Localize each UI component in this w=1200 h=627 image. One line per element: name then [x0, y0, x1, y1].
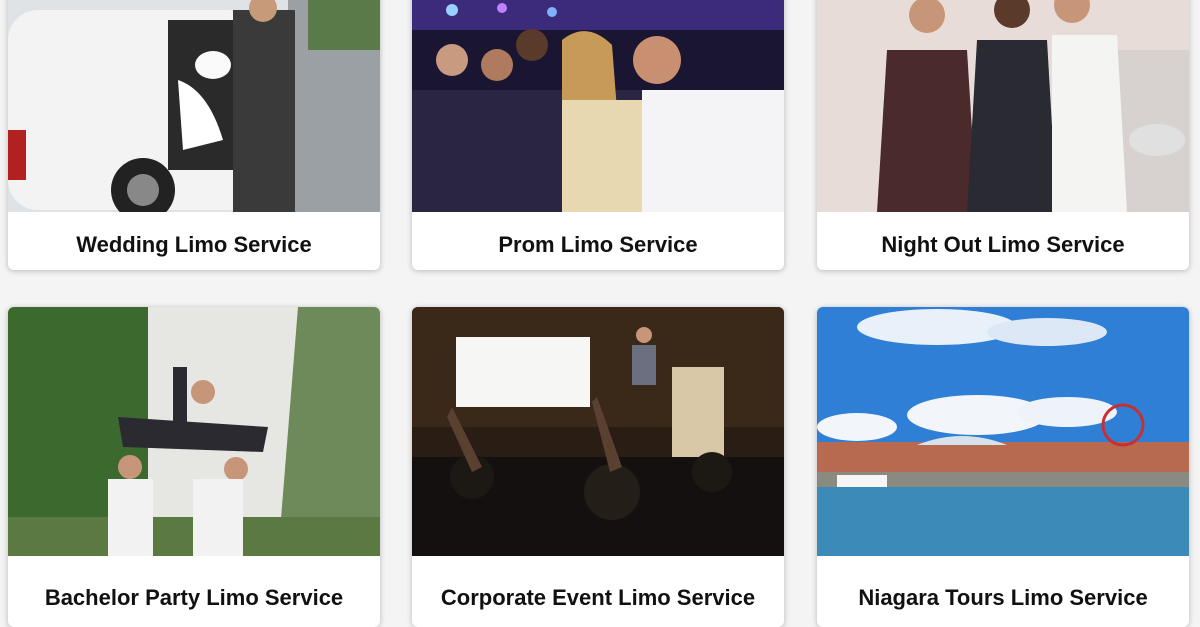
- service-card-niagara-tours[interactable]: Niagara Tours Limo Service: [817, 307, 1189, 627]
- card-title[interactable]: Wedding Limo Service: [8, 232, 380, 258]
- card-title[interactable]: Bachelor Party Limo Service: [8, 585, 380, 611]
- prom-limo-photo: [412, 0, 784, 212]
- niagara-tours-photo: [817, 307, 1189, 556]
- service-card-bachelor-party[interactable]: Bachelor Party Limo Service: [8, 307, 380, 627]
- card-title[interactable]: Night Out Limo Service: [817, 232, 1189, 258]
- card-title[interactable]: Corporate Event Limo Service: [412, 585, 784, 611]
- wedding-limo-photo: [8, 0, 380, 212]
- service-card-corporate-event[interactable]: Corporate Event Limo Service: [412, 307, 784, 627]
- bachelor-party-photo: [8, 307, 380, 556]
- card-title[interactable]: Prom Limo Service: [412, 232, 784, 258]
- service-card-prom[interactable]: Prom Limo Service: [412, 0, 784, 270]
- card-title[interactable]: Niagara Tours Limo Service: [817, 585, 1189, 611]
- corporate-event-photo: [412, 307, 784, 556]
- night-out-limo-photo: [817, 0, 1189, 212]
- service-card-wedding[interactable]: Wedding Limo Service: [8, 0, 380, 270]
- service-card-night-out[interactable]: Night Out Limo Service: [817, 0, 1189, 270]
